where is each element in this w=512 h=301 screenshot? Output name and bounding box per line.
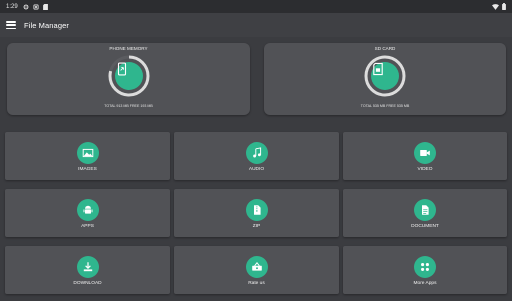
sd-card-icon [371,62,399,90]
sd-card-title: SD CARD [374,46,396,51]
category-rate-us[interactable]: Rate us [174,246,339,294]
hamburger-menu-icon[interactable] [6,21,16,29]
sd-card-card[interactable]: SD CARD TOTAL 535 MB FREE 535 MB [264,43,506,115]
rate-icon [245,256,268,278]
status-icons [23,3,48,10]
app-title: File Manager [24,20,69,30]
download-icon [76,256,99,278]
category-label: IMAGES [78,167,97,172]
status-time: 1:29 [6,3,18,10]
sd-card-small-icon [42,3,48,10]
notification-icon [33,3,39,10]
category-more-apps[interactable]: More Apps [343,246,507,294]
zip-file-icon [245,199,268,221]
android-icon [76,199,99,221]
category-document[interactable]: DOCUMENT [343,189,507,237]
phone-memory-info: TOTAL 913 MB FREE 193 MB [104,104,153,108]
music-note-icon [245,142,268,164]
battery-icon [502,3,506,10]
category-label: Rate us [248,281,265,286]
category-images[interactable]: IMAGES [5,132,170,180]
category-audio[interactable]: AUDIO [174,132,339,180]
phone-memory-card[interactable]: PHONE MEMORY TOTAL 913 MB FREE 193 MB [7,43,250,115]
image-icon [76,142,99,164]
category-label: VIDEO [417,167,433,172]
category-label: DOCUMENT [411,224,439,229]
category-zip[interactable]: ZIP [174,189,339,237]
category-video[interactable]: VIDEO [343,132,507,180]
sd-card-info: TOTAL 535 MB FREE 535 MB [360,104,410,108]
category-label: APPS [81,224,94,229]
category-label: ZIP [252,224,261,229]
document-icon [414,199,436,221]
phone-icon [114,62,143,90]
gear-icon [23,4,29,9]
grid-apps-icon [414,256,436,278]
category-label: More Apps [413,281,437,286]
category-apps[interactable]: APPS [5,189,170,237]
status-bar: 1:29 [0,0,512,13]
video-camera-icon [414,142,436,164]
status-right [492,3,506,10]
phone-memory-title: PHONE MEMORY [109,46,148,51]
phone-memory-gauge [107,54,151,98]
category-download[interactable]: DOWNLOAD [5,246,170,294]
category-label: DOWNLOAD [73,281,102,286]
sd-card-gauge [363,54,407,98]
category-label: AUDIO [248,167,265,172]
app-bar: File Manager [0,13,512,37]
wifi-icon [492,3,499,10]
